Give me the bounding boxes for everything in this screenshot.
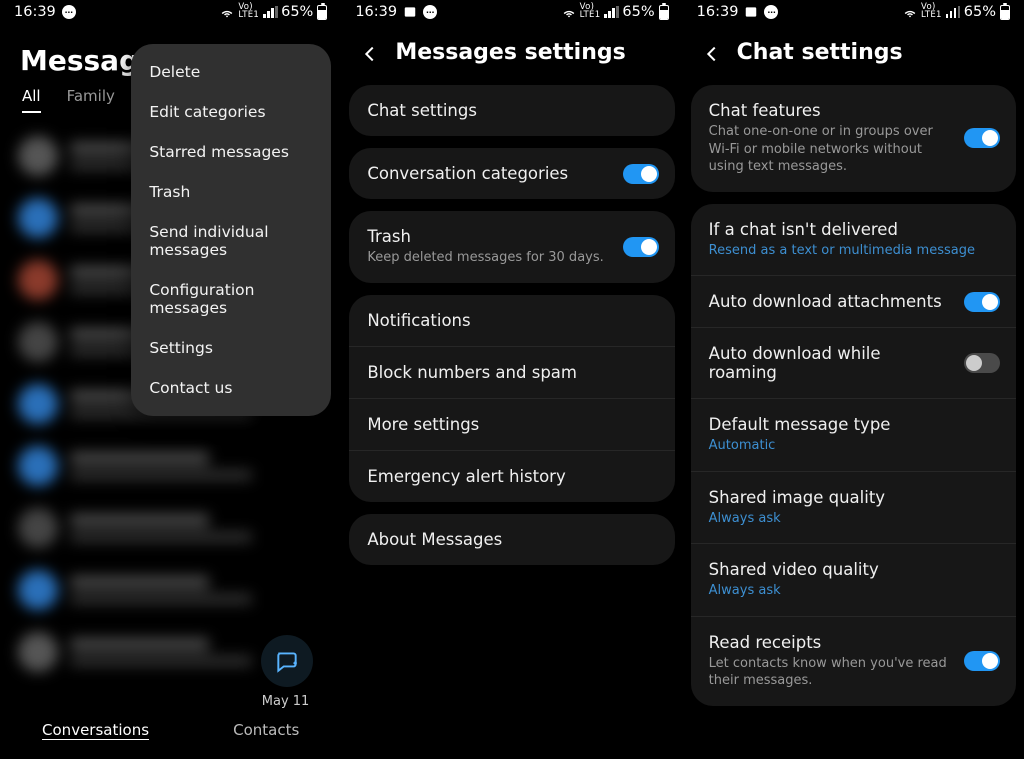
- menu-send-individual[interactable]: Send individual messages: [131, 212, 331, 270]
- status-bar: 16:39 ⋯ Vo)LTE1 65%: [341, 0, 682, 22]
- battery-icon: [317, 5, 327, 20]
- volte-icon: Vo)LTE1: [238, 4, 259, 19]
- setting-more[interactable]: More settings: [349, 398, 674, 450]
- compose-button[interactable]: [261, 635, 313, 687]
- avatar: [18, 632, 58, 672]
- toggle-conversation-categories[interactable]: [623, 164, 659, 184]
- nav-contacts[interactable]: Contacts: [233, 721, 299, 739]
- setting-auto-download[interactable]: Auto download attachments: [691, 275, 1016, 327]
- page-title: Chat settings: [737, 40, 903, 65]
- menu-contact-us[interactable]: Contact us: [131, 368, 331, 408]
- battery-percent: 65%: [964, 4, 996, 20]
- avatar: [18, 322, 58, 362]
- setting-conversation-categories[interactable]: Conversation categories: [349, 148, 674, 199]
- status-img-icon: [403, 5, 417, 19]
- setting-about[interactable]: About Messages: [349, 514, 674, 565]
- setting-not-delivered[interactable]: If a chat isn't delivered Resend as a te…: [691, 204, 1016, 276]
- status-bar: 16:39 ⋯ Vo)LTE1 65%: [683, 0, 1024, 22]
- battery-percent: 65%: [281, 4, 313, 20]
- list-item[interactable]: [12, 497, 329, 559]
- status-app-icon: ⋯: [62, 5, 76, 19]
- status-bar: 16:39 ⋯ Vo)LTE1 65%: [0, 0, 341, 22]
- menu-trash[interactable]: Trash: [131, 172, 331, 212]
- overflow-menu: Delete Edit categories Starred messages …: [131, 44, 331, 416]
- back-button[interactable]: [359, 43, 379, 63]
- tab-family[interactable]: Family: [67, 87, 115, 113]
- signal-icon: [604, 6, 618, 18]
- setting-video-quality[interactable]: Shared video quality Always ask: [691, 543, 1016, 616]
- bottom-nav: Conversations Contacts: [0, 707, 341, 759]
- list-item[interactable]: [12, 559, 329, 621]
- menu-settings[interactable]: Settings: [131, 328, 331, 368]
- menu-delete[interactable]: Delete: [131, 52, 331, 92]
- battery-icon: [659, 5, 669, 20]
- setting-chat-settings[interactable]: Chat settings: [349, 85, 674, 136]
- status-app-icon: ⋯: [764, 5, 778, 19]
- chevron-left-icon: [359, 43, 381, 65]
- setting-block-spam[interactable]: Block numbers and spam: [349, 346, 674, 398]
- tab-all[interactable]: All: [22, 87, 41, 113]
- avatar: [18, 198, 58, 238]
- chevron-left-icon: [701, 43, 723, 65]
- setting-chat-features[interactable]: Chat features Chat one-on-one or in grou…: [691, 85, 1016, 192]
- menu-starred[interactable]: Starred messages: [131, 132, 331, 172]
- avatar: [18, 384, 58, 424]
- setting-auto-download-roaming[interactable]: Auto download while roaming: [691, 327, 1016, 398]
- status-time: 16:39: [697, 4, 739, 20]
- status-img-icon: [744, 5, 758, 19]
- avatar: [18, 260, 58, 300]
- toggle-trash[interactable]: [623, 237, 659, 257]
- signal-icon: [946, 6, 960, 18]
- back-button[interactable]: [701, 43, 721, 63]
- toggle-chat-features[interactable]: [964, 128, 1000, 148]
- wifi-icon: [562, 5, 576, 19]
- status-app-icon: ⋯: [423, 5, 437, 19]
- battery-icon: [1000, 5, 1010, 20]
- setting-trash[interactable]: Trash Keep deleted messages for 30 days.: [349, 211, 674, 283]
- page-title: Messages settings: [395, 40, 625, 65]
- compose-icon: [274, 648, 300, 674]
- volte-icon: Vo)LTE1: [921, 4, 942, 19]
- setting-image-quality[interactable]: Shared image quality Always ask: [691, 471, 1016, 544]
- setting-default-msg-type[interactable]: Default message type Automatic: [691, 398, 1016, 471]
- signal-icon: [263, 6, 277, 18]
- setting-emergency-alert[interactable]: Emergency alert history: [349, 450, 674, 502]
- toggle-auto-download[interactable]: [964, 292, 1000, 312]
- menu-configuration[interactable]: Configuration messages: [131, 270, 331, 328]
- toggle-read-receipts[interactable]: [964, 651, 1000, 671]
- status-time: 16:39: [355, 4, 397, 20]
- avatar: [18, 570, 58, 610]
- battery-percent: 65%: [622, 4, 654, 20]
- toggle-roaming[interactable]: [964, 353, 1000, 373]
- status-time: 16:39: [14, 4, 56, 20]
- setting-read-receipts[interactable]: Read receipts Let contacts know when you…: [691, 616, 1016, 706]
- nav-conversations[interactable]: Conversations: [42, 721, 149, 739]
- volte-icon: Vo)LTE1: [580, 4, 601, 19]
- setting-notifications[interactable]: Notifications: [349, 295, 674, 346]
- avatar: [18, 446, 58, 486]
- wifi-icon: [903, 5, 917, 19]
- wifi-icon: [220, 5, 234, 19]
- list-item[interactable]: [12, 435, 329, 497]
- avatar: [18, 508, 58, 548]
- menu-edit-categories[interactable]: Edit categories: [131, 92, 331, 132]
- avatar: [18, 136, 58, 176]
